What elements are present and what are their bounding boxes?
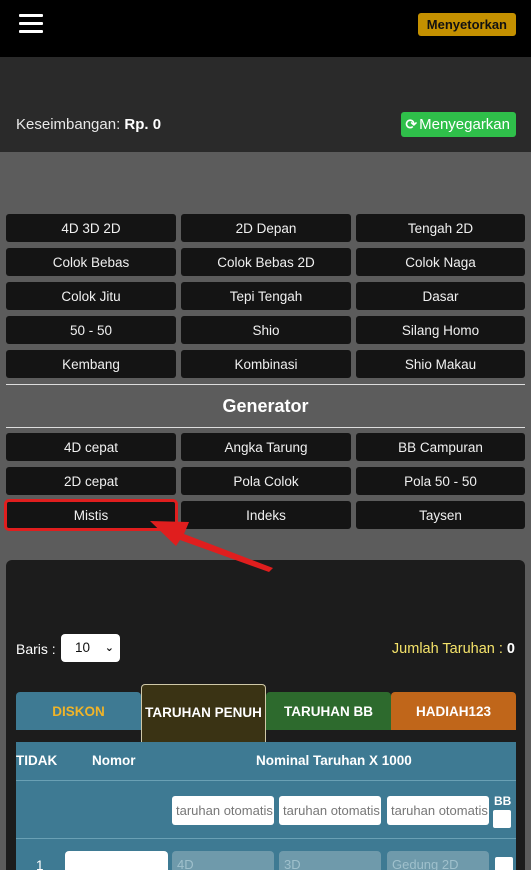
balance-label-text: Keseimbangan: <box>16 116 125 133</box>
auto-bet-input[interactable]: taruhan otomatis <box>279 796 381 825</box>
column-header: TIDAK <box>16 753 58 768</box>
game-button[interactable]: 50 - 50 <box>6 316 176 344</box>
bet-2d-input[interactable]: Gedung 2D <box>387 851 489 870</box>
bet-4d-input[interactable]: 4D <box>172 851 274 870</box>
total-bets-label: Jumlah Taruhan : <box>391 641 507 657</box>
total-bets-value: 0 <box>506 641 515 657</box>
game-button[interactable]: Shio <box>181 316 351 344</box>
generator-button[interactable]: Angka Tarung <box>181 433 351 461</box>
refresh-label: Menyegarkan <box>419 116 510 133</box>
rows-select[interactable]: 10 ⌄ <box>61 634 120 662</box>
rows-select-value: 10 <box>75 640 91 655</box>
row-checkbox[interactable] <box>495 857 513 870</box>
tab-hadiah123[interactable]: HADIAH123 <box>391 692 516 730</box>
generator-button[interactable]: BB Campuran <box>356 433 525 461</box>
generator-button-mistis[interactable]: Mistis <box>4 499 178 531</box>
generator-button[interactable]: 2D cepat <box>6 467 176 495</box>
table-row: 1 4D 3D Gedung 2D <box>16 838 516 870</box>
bb-checkbox[interactable] <box>493 810 511 828</box>
divider <box>6 384 525 385</box>
generator-button[interactable]: Taysen <box>356 501 525 529</box>
deposit-button[interactable]: Menyetorkan <box>417 13 516 36</box>
game-button[interactable]: Shio Makau <box>356 350 525 378</box>
table-header: TIDAK Nomor Nominal Taruhan X 1000 <box>16 742 516 780</box>
game-button[interactable]: Kombinasi <box>181 350 351 378</box>
tab-taruhan-bb[interactable]: TARUHAN BB <box>266 692 391 730</box>
auto-bet-row: taruhan otomatis taruhan otomatis taruha… <box>16 780 516 838</box>
game-button[interactable]: Silang Homo <box>356 316 525 344</box>
game-button[interactable]: Kembang <box>6 350 176 378</box>
game-button[interactable]: Tepi Tengah <box>181 282 351 310</box>
balance-value: Rp. 0 <box>124 116 162 133</box>
generator-title: Generator <box>222 396 309 416</box>
game-button[interactable]: Dasar <box>356 282 525 310</box>
game-button[interactable]: 4D 3D 2D <box>6 214 176 242</box>
generator-button[interactable]: 4D cepat <box>6 433 176 461</box>
total-bets: Jumlah Taruhan : 0 <box>392 641 515 657</box>
column-header: Nomor <box>92 753 136 768</box>
top-bar: Menyetorkan <box>0 0 531 57</box>
balance-label: Keseimbangan: Rp. 0 <box>16 116 161 133</box>
bet-3d-input[interactable]: 3D <box>279 851 381 870</box>
generator-button[interactable]: Indeks <box>181 501 351 529</box>
generator-button[interactable]: Pola Colok <box>181 467 351 495</box>
auto-bet-input[interactable]: taruhan otomatis <box>387 796 489 825</box>
game-button[interactable]: Colok Bebas 2D <box>181 248 351 276</box>
generator-menu: 4D cepat Angka Tarung BB Campuran 2D cep… <box>4 433 525 531</box>
hamburger-menu-icon[interactable] <box>19 14 43 34</box>
game-button[interactable]: Tengah 2D <box>356 214 525 242</box>
divider <box>6 427 525 428</box>
refresh-button[interactable]: ⟳ Menyegarkan <box>401 112 516 137</box>
row-number: 1 <box>36 858 44 870</box>
balance-panel: Keseimbangan: Rp. 0 ⟳ Menyegarkan <box>0 57 531 152</box>
tab-taruhan-penuh[interactable]: TARUHAN PENUH <box>141 684 266 742</box>
game-button[interactable]: Colok Naga <box>356 248 525 276</box>
game-button[interactable]: 2D Depan <box>181 214 351 242</box>
game-button[interactable]: Colok Bebas <box>6 248 176 276</box>
chevron-down-icon: ⌄ <box>104 642 114 654</box>
game-menu: 4D 3D 2D 2D Depan Tengah 2D Colok Bebas … <box>6 214 525 378</box>
generator-button[interactable]: Pola 50 - 50 <box>356 467 525 495</box>
auto-bet-input[interactable]: taruhan otomatis <box>172 796 274 825</box>
game-button[interactable]: Colok Jitu <box>6 282 176 310</box>
column-header: Nominal Taruhan X 1000 <box>256 753 412 768</box>
bb-label: BB <box>494 794 512 808</box>
number-input[interactable] <box>65 851 168 870</box>
bet-form-panel: Baris : 10 ⌄ Jumlah Taruhan : 0 DISKON T… <box>6 560 525 870</box>
rows-label: Baris : <box>16 641 56 657</box>
refresh-icon: ⟳ <box>405 116 418 132</box>
tab-diskon[interactable]: DISKON <box>16 692 141 730</box>
